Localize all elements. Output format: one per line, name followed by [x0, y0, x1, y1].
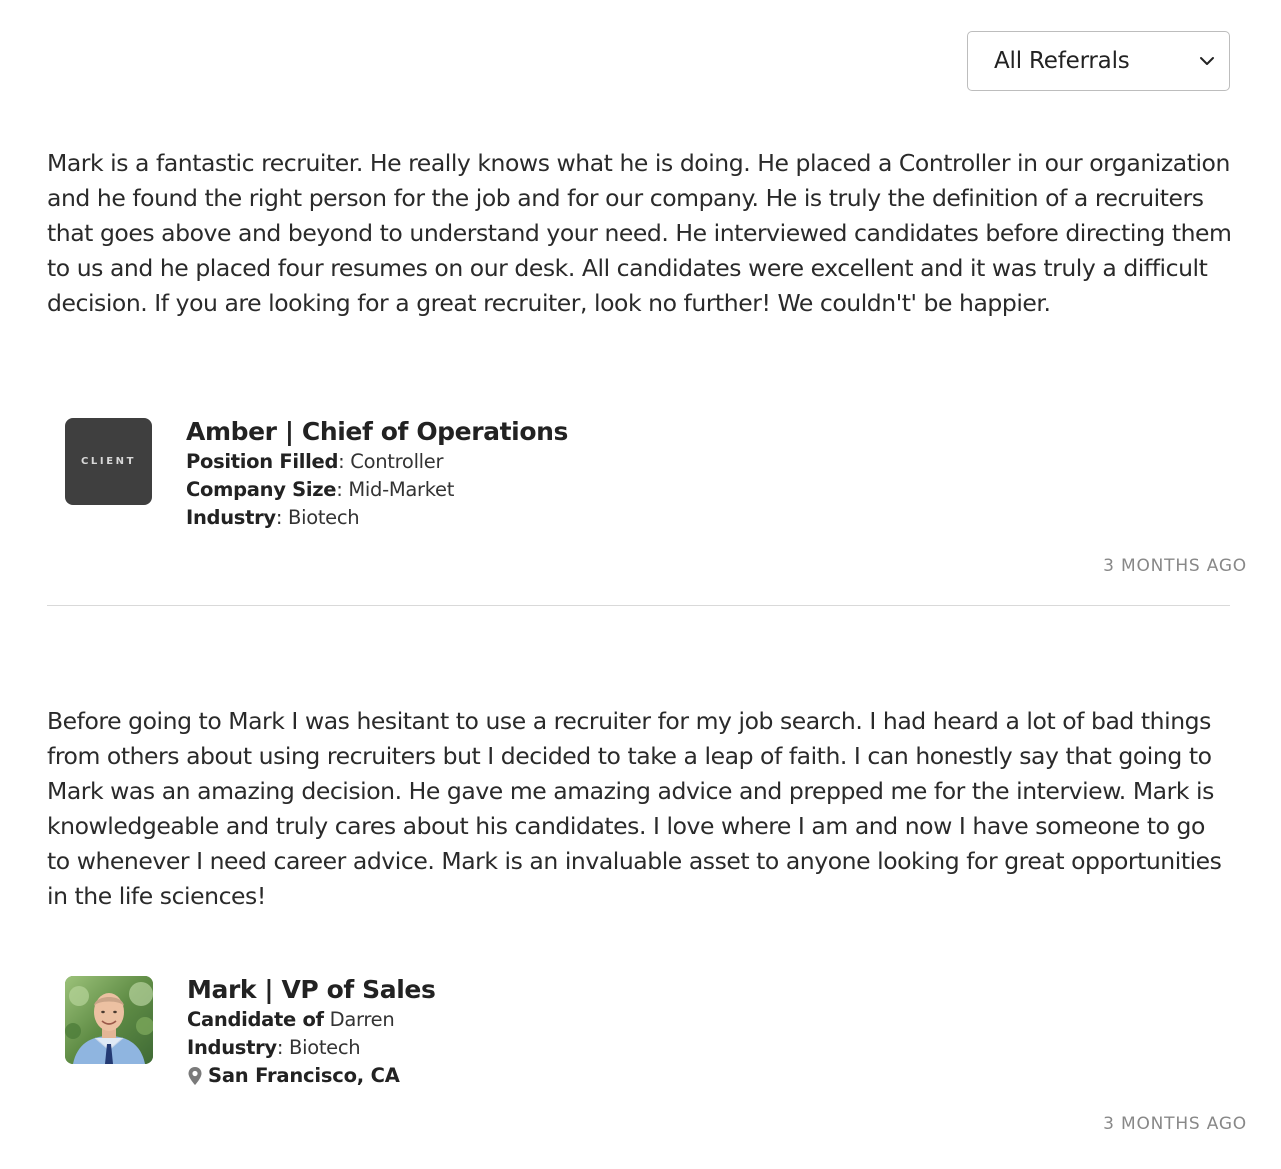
referral-filter-select[interactable]: All Referrals	[967, 31, 1230, 91]
meta-label: Industry	[187, 1036, 277, 1059]
meta-industry: Industry: Biotech	[186, 504, 568, 532]
author-location: San Francisco, CA	[187, 1062, 435, 1090]
meta-separator: :	[336, 478, 349, 501]
author-info: Mark | VP of Sales Candidate of Darren I…	[187, 975, 436, 1090]
client-logo-text: CLIENT	[80, 456, 137, 467]
meta-separator: :	[338, 450, 351, 473]
author-name: Amber | Chief of Operations	[186, 417, 568, 446]
avatar	[65, 976, 153, 1064]
review-author: Mark | VP of Sales Candidate of Darren I…	[65, 975, 436, 1090]
review-text: Before going to Mark I was hesitant to u…	[47, 707, 1222, 910]
meta-value: Controller	[350, 450, 444, 473]
review-text: Mark is a fantastic recruiter. He really…	[47, 149, 1232, 317]
client-logo: CLIENT	[65, 418, 152, 505]
meta-company-size: Company Size: Mid-Market	[186, 476, 568, 504]
meta-position-filled: Position Filled: Controller	[186, 448, 568, 476]
meta-industry: Industry: Biotech	[187, 1034, 435, 1062]
author-info: Amber | Chief of Operations Position Fil…	[186, 417, 568, 532]
meta-label: Industry	[186, 506, 276, 529]
location-text: San Francisco, CA	[208, 1064, 400, 1087]
review-card: Before going to Mark I was hesitant to u…	[47, 704, 1247, 1134]
meta-value: Darren	[329, 1008, 395, 1031]
meta-label: Position Filled	[186, 450, 339, 473]
review-author: CLIENT Amber | Chief of Operations Posit…	[65, 417, 568, 532]
review-timestamp: 3 MONTHS AGO	[1103, 556, 1247, 576]
review-card: Mark is a fantastic recruiter. He really…	[47, 146, 1247, 576]
meta-label: Company Size	[186, 478, 337, 501]
meta-value: Biotech	[288, 506, 360, 529]
review-divider	[47, 605, 1230, 606]
meta-value: Biotech	[289, 1036, 361, 1059]
map-pin-icon	[187, 1066, 203, 1086]
review-timestamp: 3 MONTHS AGO	[1103, 1114, 1247, 1134]
chevron-down-icon	[1198, 52, 1216, 70]
meta-label: Candidate of	[187, 1008, 324, 1031]
meta-value: Mid-Market	[348, 478, 455, 501]
meta-separator: :	[276, 1036, 290, 1059]
meta-candidate-of: Candidate of Darren	[187, 1006, 435, 1034]
referrals-page: All Referrals Mark is a fantastic recrui…	[0, 0, 1281, 1169]
meta-separator: :	[275, 506, 289, 529]
author-name: Mark | VP of Sales	[187, 975, 436, 1004]
referral-filter-value: All Referrals	[994, 48, 1130, 74]
